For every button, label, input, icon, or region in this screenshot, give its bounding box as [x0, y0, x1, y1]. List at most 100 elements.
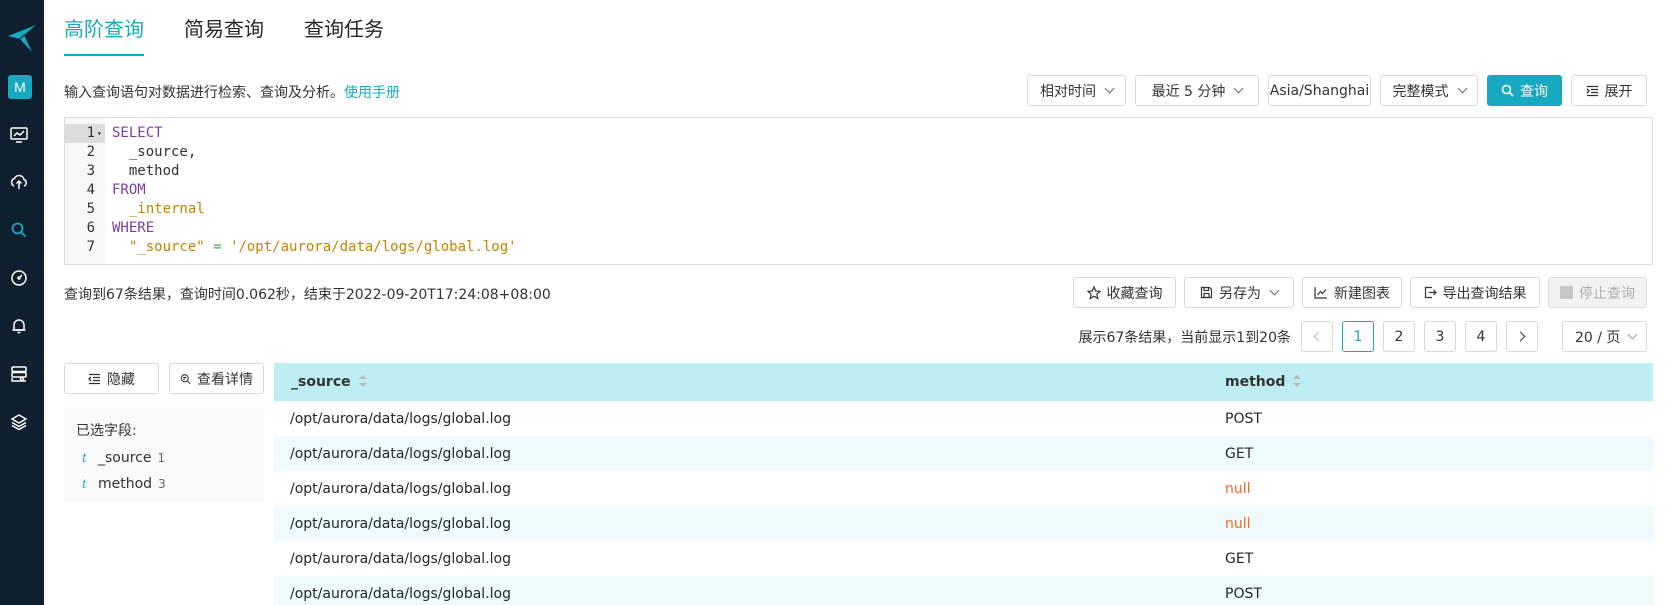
results-table: _source method /opt/aurora/data/logs/glo…: [274, 363, 1653, 605]
avatar[interactable]: M: [8, 75, 32, 99]
tab-query-tasks[interactable]: 查询任务: [304, 0, 384, 56]
cell-source: /opt/aurora/data/logs/global.log: [290, 585, 511, 602]
code-token: WHERE: [112, 220, 155, 236]
page-size-select[interactable]: 20 / 页: [1562, 321, 1647, 352]
cell-source: /opt/aurora/data/logs/global.log: [290, 445, 511, 462]
cell-source: /opt/aurora/data/logs/global.log: [290, 410, 511, 427]
line-number: 5: [86, 201, 95, 217]
save-as-button[interactable]: 另存为: [1184, 277, 1294, 308]
next-page-button[interactable]: [1506, 321, 1538, 352]
code-text: "_source" = '/opt/aurora/data/logs/globa…: [112, 238, 517, 257]
list-indent-icon: [1586, 85, 1598, 96]
field-item[interactable]: t _source 1: [76, 450, 252, 466]
manual-link[interactable]: 使用手册: [344, 85, 400, 101]
line-chart-icon: [1314, 287, 1327, 299]
sort-icon[interactable]: [1293, 375, 1302, 387]
cell-method: POST: [1225, 585, 1262, 602]
code-token: _source,: [112, 144, 197, 160]
query-button[interactable]: 查询: [1487, 75, 1562, 106]
database-icon[interactable]: [9, 364, 29, 384]
tab-simple-query[interactable]: 简易查询: [184, 0, 264, 56]
code-line[interactable]: 1 ▾ SELECT: [65, 124, 1652, 143]
code-line[interactable]: 7 "_source" = '/opt/aurora/data/logs/glo…: [65, 238, 1652, 257]
code-token: "_source": [112, 239, 205, 255]
field-count: 1: [157, 451, 166, 465]
gauge-icon[interactable]: [9, 268, 29, 288]
code-line[interactable]: 3 method: [65, 162, 1652, 181]
bird-logo-icon[interactable]: [5, 22, 39, 56]
prev-page-button[interactable]: [1301, 321, 1333, 352]
table-body: /opt/aurora/data/logs/global.log POST/opt…: [274, 401, 1653, 605]
page-4[interactable]: 4: [1465, 321, 1497, 352]
code-line[interactable]: 6 WHERE: [65, 219, 1652, 238]
cell-method: GET: [1225, 445, 1254, 462]
cloud-upload-icon[interactable]: [9, 172, 29, 192]
search-nav-icon[interactable]: [9, 220, 29, 240]
page-3[interactable]: 3: [1424, 321, 1456, 352]
page-2[interactable]: 2: [1383, 321, 1415, 352]
table-row[interactable]: /opt/aurora/data/logs/global.log null: [274, 506, 1653, 541]
field-name: method: [98, 476, 153, 492]
view-details-button[interactable]: 查看详情: [169, 363, 264, 394]
cell-source: /opt/aurora/data/logs/global.log: [290, 480, 511, 497]
column-header-source[interactable]: _source: [274, 374, 1218, 390]
expand-button[interactable]: 展开: [1571, 75, 1647, 106]
result-actions: 收藏查询 另存为 新建图表 导出查询结果 停止查询: [1073, 277, 1647, 308]
selected-fields-title: 已选字段:: [76, 423, 137, 439]
field-type-icon: t: [82, 451, 87, 465]
hide-fields-button[interactable]: 隐藏: [64, 363, 159, 394]
timezone-select[interactable]: Asia/Shanghai: [1268, 75, 1371, 106]
code-text: SELECT: [112, 124, 163, 143]
code-token: '/opt/aurora/data/logs/global.log': [230, 239, 517, 255]
table-header: _source method: [274, 363, 1653, 401]
column-header-method[interactable]: method: [1218, 374, 1653, 390]
table-row[interactable]: /opt/aurora/data/logs/global.log GET: [274, 541, 1653, 576]
tab-advanced-query[interactable]: 高阶查询: [64, 0, 144, 56]
field-item[interactable]: t method 3: [76, 476, 252, 492]
bell-icon[interactable]: [9, 316, 29, 336]
favorite-query-button[interactable]: 收藏查询: [1073, 277, 1176, 308]
code-text: FROM: [112, 181, 146, 200]
page-1[interactable]: 1: [1342, 321, 1374, 352]
query-status: 查询到67条结果，查询时间0.062秒，结束于2022-09-20T17:24:…: [64, 287, 551, 303]
stop-query-button[interactable]: 停止查询: [1548, 277, 1647, 308]
code-line[interactable]: 2 _source,: [65, 143, 1652, 162]
sort-icon[interactable]: [358, 375, 367, 387]
hint-text: 输入查询语句对数据进行检索、查询及分析。: [64, 85, 344, 101]
table-row[interactable]: /opt/aurora/data/logs/global.log POST: [274, 401, 1653, 436]
time-type-select[interactable]: 相对时间: [1027, 75, 1126, 106]
table-row[interactable]: /opt/aurora/data/logs/global.log POST: [274, 576, 1653, 605]
time-range-select[interactable]: 最近 5 分钟: [1135, 75, 1259, 106]
sql-editor[interactable]: 1 ▾ SELECT 2 _source, 3 method 4 FROM 5 _intern…: [64, 117, 1653, 265]
new-chart-button[interactable]: 新建图表: [1302, 277, 1402, 308]
search-icon: [1501, 84, 1514, 97]
table-row[interactable]: /opt/aurora/data/logs/global.log GET: [274, 436, 1653, 471]
code-line[interactable]: 4 FROM: [65, 181, 1652, 200]
line-number: 6: [86, 220, 95, 236]
field-name: _source: [98, 450, 152, 466]
code-token: method: [112, 163, 180, 179]
code-line[interactable]: 5 _internal: [65, 200, 1652, 219]
fold-caret-icon[interactable]: ▾: [97, 124, 102, 143]
export-icon: [1424, 286, 1437, 299]
code-token: FROM: [112, 182, 146, 198]
field-type-icon: t: [82, 477, 87, 491]
dashboard-chart-icon[interactable]: [9, 125, 29, 145]
code-text: _internal: [112, 200, 205, 219]
table-row[interactable]: /opt/aurora/data/logs/global.log null: [274, 471, 1653, 506]
main-content: 高阶查询 简易查询 查询任务 输入查询语句对数据进行检索、查询及分析。使用手册 …: [44, 0, 1674, 605]
stop-icon: [1560, 286, 1573, 299]
line-number: 2: [86, 144, 95, 160]
line-number: 3: [86, 163, 95, 179]
selected-fields-panel: 已选字段: t _source 1 t method 3: [64, 406, 264, 502]
code-text: method: [112, 162, 180, 181]
export-results-button[interactable]: 导出查询结果: [1410, 277, 1540, 308]
mode-select[interactable]: 完整模式: [1380, 75, 1478, 106]
code-token: SELECT: [112, 125, 163, 141]
line-number: 4: [86, 182, 95, 198]
layers-icon[interactable]: [9, 412, 29, 432]
list-outdent-icon: [88, 373, 100, 384]
cell-method: null: [1225, 515, 1251, 532]
cell-method: POST: [1225, 410, 1262, 427]
field-panel-actions: 隐藏 查看详情: [64, 363, 264, 394]
